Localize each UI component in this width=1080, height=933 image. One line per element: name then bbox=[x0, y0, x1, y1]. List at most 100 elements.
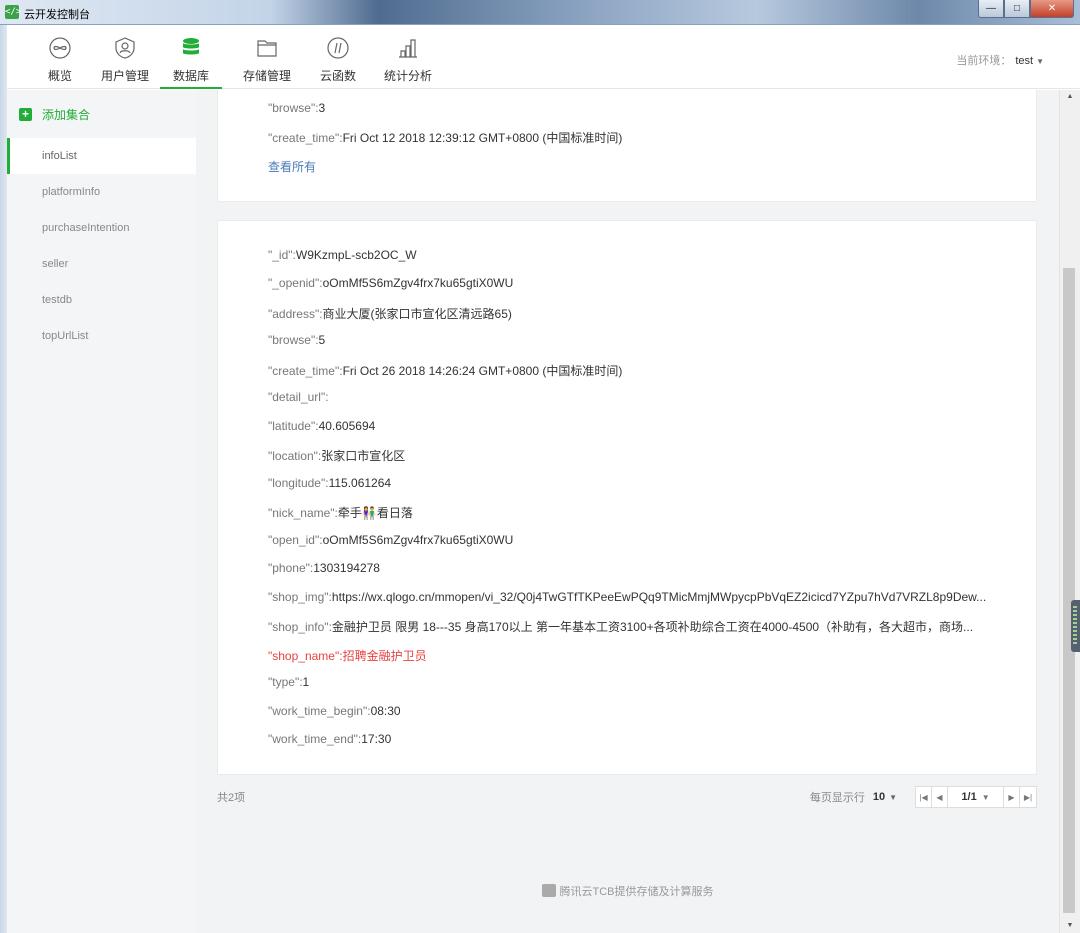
field-key: "shop_info": bbox=[268, 620, 332, 634]
view-all-link[interactable]: 查看所有 bbox=[268, 158, 316, 175]
folder-icon bbox=[257, 40, 277, 57]
main-content: "browse":3 "create_time":Fri Oct 12 2018… bbox=[196, 90, 1059, 933]
record-field: "_openid":oOmMf5S6mZgv4frx7ku65gtiX0WU bbox=[268, 276, 513, 290]
record-field: "phone":1303194278 bbox=[268, 561, 380, 575]
field-key: "_id": bbox=[268, 248, 296, 262]
field-key: "location": bbox=[268, 449, 322, 463]
top-nav: 概览 用户管理 数据库 存储管理 云函数 统计分析 当前环境： test ▼ bbox=[7, 25, 1080, 89]
record-field: "address":商业大厦(张家口市宣化区清远路65) bbox=[268, 305, 512, 322]
nav-label: 数据库 bbox=[172, 69, 209, 83]
field-key: "shop_name": bbox=[268, 649, 343, 663]
nav-label: 概览 bbox=[47, 69, 72, 83]
record-field: "nick_name":牵手👫看日落 bbox=[268, 504, 413, 521]
chevron-down-icon: ▼ bbox=[1036, 57, 1044, 66]
field-value: 1303194278 bbox=[313, 561, 380, 575]
field-value: https://wx.qlogo.cn/mmopen/vi_32/Q0j4TwG… bbox=[331, 590, 987, 604]
record-field: "detail_url": bbox=[268, 390, 329, 404]
collection-item-platforminfo[interactable]: platformInfo bbox=[7, 174, 196, 210]
side-panel-handle[interactable] bbox=[1071, 600, 1080, 652]
nav-overview[interactable]: 概览 bbox=[28, 25, 92, 89]
page-select[interactable]: 1/1 ▼ bbox=[948, 787, 1004, 807]
record-field: "create_time":Fri Oct 12 2018 12:39:12 G… bbox=[268, 129, 622, 146]
nav-label: 用户管理 bbox=[100, 69, 149, 83]
nav-label: 存储管理 bbox=[242, 69, 291, 83]
env-label: 当前环境： bbox=[956, 55, 1012, 67]
field-value: 金融护卫员 限男 18---35 身高170以上 第一年基本工资3100+各项补… bbox=[331, 620, 974, 634]
collection-item-purchaseintention[interactable]: purchaseIntention bbox=[7, 210, 196, 246]
plus-icon: + bbox=[19, 107, 32, 121]
page-indicator: 1/1 bbox=[961, 791, 977, 803]
field-value: W9KzmpL-scb2OC_W bbox=[295, 248, 417, 262]
nav-database[interactable]: 数据库 bbox=[160, 25, 222, 89]
collection-item-topurllist[interactable]: topUrlList bbox=[7, 318, 196, 354]
collections-sidebar: + 添加集合 infoList platformInfo purchaseInt… bbox=[7, 90, 196, 933]
field-value: 招聘金融护卫员 bbox=[342, 649, 427, 663]
first-page-icon: |◀ bbox=[919, 792, 928, 802]
window-titlebar: </> 云开发控制台 — □ ✕ bbox=[0, 0, 1080, 25]
field-value: 17:30 bbox=[361, 732, 392, 746]
user-icon bbox=[115, 37, 135, 59]
field-key: "_openid": bbox=[268, 276, 323, 290]
record-field: "browse":3 bbox=[268, 101, 325, 115]
field-value: 3 bbox=[318, 101, 326, 115]
field-value: oOmMf5S6mZgv4frx7ku65gtiX0WU bbox=[322, 276, 514, 290]
maximize-button[interactable]: □ bbox=[1004, 0, 1030, 18]
field-value: 115.061264 bbox=[328, 476, 392, 490]
field-value: Fri Oct 12 2018 12:39:12 GMT+0800 (中国标准时… bbox=[342, 131, 623, 145]
next-page-icon: ▶ bbox=[1008, 792, 1015, 802]
per-page-label: 每页显示行 bbox=[809, 792, 865, 804]
record-field: "open_id":oOmMf5S6mZgv4frx7ku65gtiX0WU bbox=[268, 533, 513, 547]
footer: 腾讯云TCB提供存储及计算服务 bbox=[196, 883, 1059, 899]
collection-item-infolist[interactable]: infoList bbox=[7, 138, 196, 174]
last-page-icon: ▶| bbox=[1023, 792, 1033, 802]
field-key: "shop_img": bbox=[268, 590, 332, 604]
field-key: "browse": bbox=[268, 333, 319, 347]
collection-item-seller[interactable]: seller bbox=[7, 246, 196, 282]
nav-storage[interactable]: 存储管理 bbox=[235, 25, 299, 89]
collection-item-testdb[interactable]: testdb bbox=[7, 282, 196, 318]
function-icon bbox=[327, 37, 349, 59]
record-field: "_id":W9KzmpL-scb2OC_W bbox=[268, 248, 417, 262]
last-page-button[interactable]: ▶| bbox=[1020, 787, 1036, 807]
first-page-button[interactable]: |◀ bbox=[916, 787, 932, 807]
env-value: test bbox=[1015, 55, 1034, 67]
record-card: "browse":3 "create_time":Fri Oct 12 2018… bbox=[217, 90, 1037, 202]
collection-list: infoList platformInfo purchaseIntention … bbox=[7, 138, 196, 354]
field-key: "work_time_begin": bbox=[268, 704, 371, 718]
per-page-select[interactable]: 10 bbox=[873, 791, 885, 803]
record-field: "shop_img":https://wx.qlogo.cn/mmopen/vi… bbox=[268, 590, 986, 604]
record-field: "longitude":115.061264 bbox=[268, 476, 391, 490]
pagination: 每页显示行 10 ▼ |◀ ◀ 1/1 ▼ ▶ ▶| bbox=[810, 786, 1037, 808]
field-key: "browse": bbox=[268, 101, 319, 115]
record-field: "browse":5 bbox=[268, 333, 325, 347]
field-value: 08:30 bbox=[370, 704, 401, 718]
scroll-down-icon[interactable]: ▼ bbox=[1060, 919, 1080, 933]
add-collection-label: 添加集合 bbox=[42, 107, 91, 122]
nav-statistics[interactable]: 统计分析 bbox=[376, 25, 440, 89]
record-field: "create_time":Fri Oct 26 2018 14:26:24 G… bbox=[268, 362, 622, 379]
chevron-down-icon: ▼ bbox=[981, 792, 990, 802]
scrollbar-thumb[interactable] bbox=[1063, 268, 1075, 913]
vertical-scrollbar[interactable]: ▲ ▼ bbox=[1059, 90, 1080, 933]
nav-label: 云函数 bbox=[319, 69, 356, 83]
environment-selector[interactable]: 当前环境： test ▼ bbox=[956, 52, 1044, 68]
nav-user-management[interactable]: 用户管理 bbox=[93, 25, 157, 89]
field-key: "detail_url": bbox=[268, 390, 329, 404]
field-key: "create_time": bbox=[268, 364, 343, 378]
prev-page-button[interactable]: ◀ bbox=[932, 787, 948, 807]
scroll-up-icon[interactable]: ▲ bbox=[1060, 90, 1080, 104]
nav-cloud-functions[interactable]: 云函数 bbox=[306, 25, 370, 89]
field-key: "work_time_end": bbox=[268, 732, 362, 746]
window-title: 云开发控制台 bbox=[24, 9, 90, 21]
window-controls: — □ ✕ bbox=[978, 0, 1074, 18]
field-value: 40.605694 bbox=[318, 419, 376, 433]
prev-page-icon: ◀ bbox=[936, 792, 943, 802]
field-value: 5 bbox=[318, 333, 326, 347]
minimize-button[interactable]: — bbox=[978, 0, 1004, 18]
record-field-highlighted: "shop_name":招聘金融护卫员 bbox=[268, 647, 427, 664]
close-button[interactable]: ✕ bbox=[1030, 0, 1074, 18]
field-key: "latitude": bbox=[268, 419, 319, 433]
add-collection-button[interactable]: + 添加集合 bbox=[19, 106, 90, 122]
next-page-button[interactable]: ▶ bbox=[1004, 787, 1020, 807]
field-key: "open_id": bbox=[268, 533, 323, 547]
